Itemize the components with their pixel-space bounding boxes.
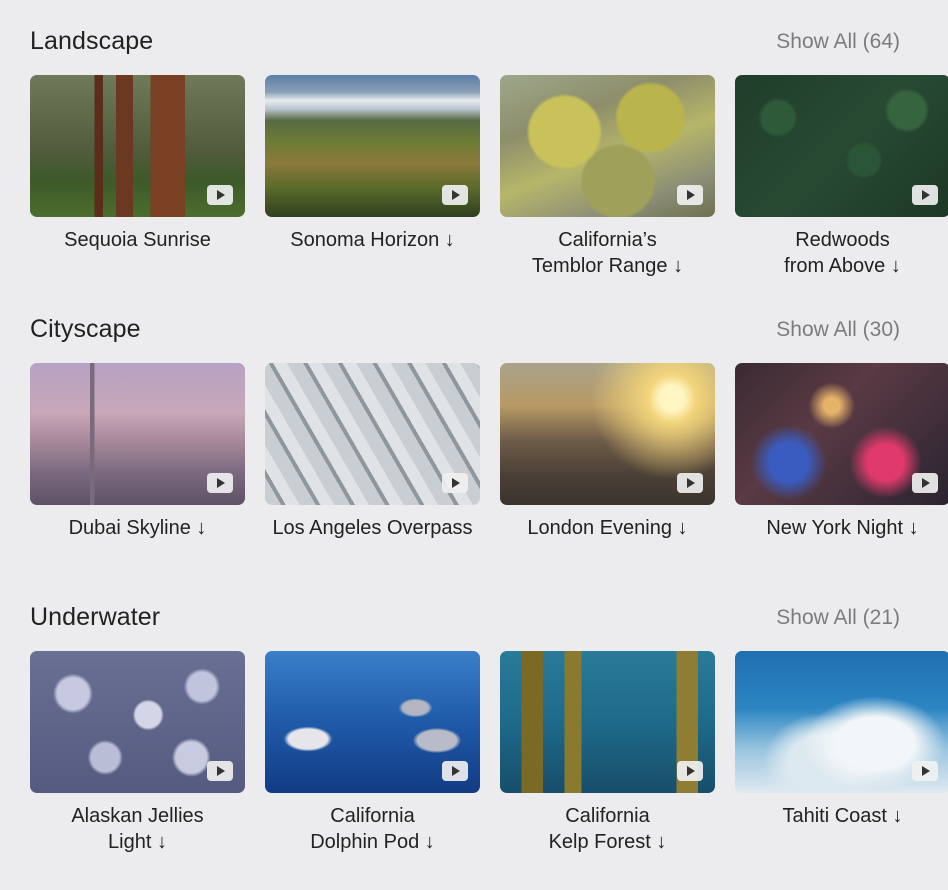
- show-all-link[interactable]: Show All (21): [776, 606, 900, 630]
- tile-caption: Sonoma Horizon ↓: [290, 229, 455, 251]
- play-icon: [442, 473, 468, 493]
- section-title: Underwater: [30, 603, 161, 631]
- tile[interactable]: Sonoma Horizon ↓: [265, 75, 480, 253]
- section-title: Landscape: [30, 27, 154, 55]
- tile[interactable]: Dubai Skyline ↓: [30, 363, 245, 541]
- thumbnail[interactable]: [735, 363, 948, 505]
- tile-caption: Tahiti Coast ↓: [782, 805, 903, 827]
- play-icon: [912, 185, 938, 205]
- tile-caption: Los Angeles Overpass: [272, 517, 473, 539]
- show-all-link[interactable]: Show All (64): [776, 30, 900, 54]
- thumbnail[interactable]: [30, 363, 245, 505]
- tile-row: Dubai Skyline ↓ Los Angeles Overpass Lon…: [30, 363, 948, 583]
- thumbnail[interactable]: [30, 75, 245, 217]
- play-icon: [207, 473, 233, 493]
- thumbnail[interactable]: [265, 75, 480, 217]
- section-title: Cityscape: [30, 315, 141, 343]
- thumbnail[interactable]: [265, 651, 480, 793]
- tile[interactable]: Alaskan Jellies Light ↓: [30, 651, 245, 855]
- show-all-link[interactable]: Show All (30): [776, 318, 900, 342]
- tile-row: Alaskan Jellies Light ↓ California Dolph…: [30, 651, 948, 871]
- tile[interactable]: Redwoods from Above ↓: [735, 75, 948, 279]
- tile[interactable]: Tahiti Coast ↓: [735, 651, 948, 829]
- tile[interactable]: California’s Temblor Range ↓: [500, 75, 715, 279]
- play-icon: [442, 185, 468, 205]
- tile-caption: California’s Temblor Range ↓: [531, 229, 684, 277]
- tile[interactable]: Los Angeles Overpass: [265, 363, 480, 541]
- tile-caption: New York Night ↓: [766, 517, 919, 539]
- play-icon: [912, 761, 938, 781]
- play-icon: [207, 761, 233, 781]
- tile[interactable]: California Dolphin Pod ↓: [265, 651, 480, 855]
- tile-caption: Sequoia Sunrise: [64, 229, 211, 251]
- tile[interactable]: California Kelp Forest ↓: [500, 651, 715, 855]
- tile-caption: Alaskan Jellies Light ↓: [71, 805, 204, 853]
- tile-caption: Redwoods from Above ↓: [784, 229, 901, 277]
- play-icon: [912, 473, 938, 493]
- play-icon: [442, 761, 468, 781]
- thumbnail[interactable]: [735, 75, 948, 217]
- thumbnail[interactable]: [500, 75, 715, 217]
- thumbnail[interactable]: [500, 651, 715, 793]
- tile-row: Sequoia Sunrise Sonoma Horizon ↓ Califor…: [30, 75, 948, 295]
- tile[interactable]: New York Night ↓: [735, 363, 948, 541]
- thumbnail[interactable]: [500, 363, 715, 505]
- tile[interactable]: London Evening ↓: [500, 363, 715, 541]
- thumbnail[interactable]: [735, 651, 948, 793]
- play-icon: [677, 185, 703, 205]
- tile-caption: California Kelp Forest ↓: [548, 805, 667, 853]
- tile[interactable]: Sequoia Sunrise: [30, 75, 245, 253]
- play-icon: [207, 185, 233, 205]
- tile-caption: Dubai Skyline ↓: [68, 517, 207, 539]
- play-icon: [677, 761, 703, 781]
- thumbnail[interactable]: [265, 363, 480, 505]
- play-icon: [677, 473, 703, 493]
- tile-caption: California Dolphin Pod ↓: [310, 805, 435, 853]
- tile-caption: London Evening ↓: [527, 517, 688, 539]
- thumbnail[interactable]: [30, 651, 245, 793]
